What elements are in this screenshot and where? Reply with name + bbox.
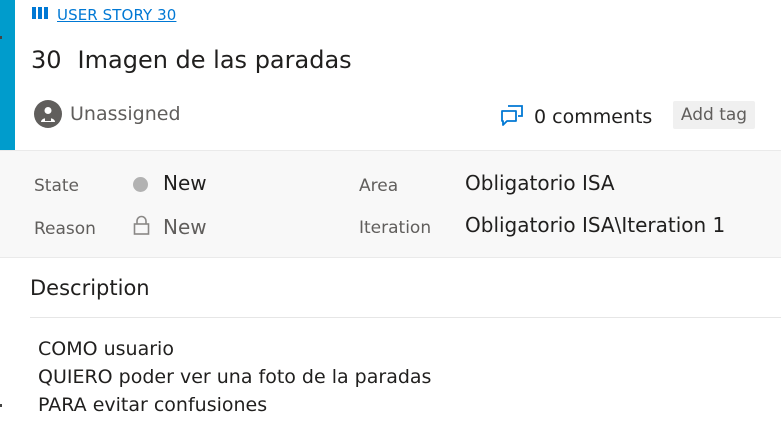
reason-label: Reason (34, 219, 96, 239)
edge-mark (0, 36, 2, 39)
description-heading: Description (30, 276, 150, 300)
work-item-title-text[interactable]: Imagen de las paradas (78, 46, 352, 74)
iteration-label: Iteration (359, 218, 432, 238)
reason-value: New (163, 215, 207, 239)
work-item-type-label[interactable]: USER STORY 30 (57, 6, 176, 24)
work-item-fields: State New Reason New Area Obligatorio IS… (0, 150, 781, 258)
add-tag-button[interactable]: Add tag (673, 101, 755, 129)
description-line: PARA evitar confusiones (38, 394, 268, 416)
state-value[interactable]: New (163, 171, 207, 195)
edge-mark (0, 404, 2, 407)
work-item-type-link[interactable]: USER STORY 30 (31, 5, 176, 25)
work-item-id: 30 (31, 46, 62, 74)
description-line: QUIERO poder ver una foto de la paradas (38, 366, 432, 388)
iteration-value[interactable]: Obligatorio ISA\Iteration 1 (465, 213, 725, 237)
book-icon (31, 5, 50, 25)
add-tag-label: Add tag (680, 105, 748, 125)
state-dot-icon (133, 177, 148, 192)
work-item-header: USER STORY 30 30 Imagen de las paradas Un… (16, 0, 781, 150)
area-label: Area (359, 176, 399, 196)
assignee-name: Unassigned (70, 103, 181, 125)
accent-bar (0, 0, 15, 150)
description-line: COMO usuario (38, 338, 174, 360)
assignee-picker[interactable]: Unassigned (34, 100, 181, 128)
comments-link[interactable]: 0 comments (500, 104, 652, 130)
unassigned-avatar-icon (34, 100, 62, 128)
comments-icon (500, 104, 524, 130)
area-value[interactable]: Obligatorio ISA (465, 171, 615, 195)
section-divider (30, 317, 781, 318)
work-item-title[interactable]: 30 Imagen de las paradas (31, 46, 352, 74)
lock-icon (133, 215, 150, 239)
state-label: State (34, 176, 79, 196)
comments-count[interactable]: 0 comments (534, 106, 652, 128)
